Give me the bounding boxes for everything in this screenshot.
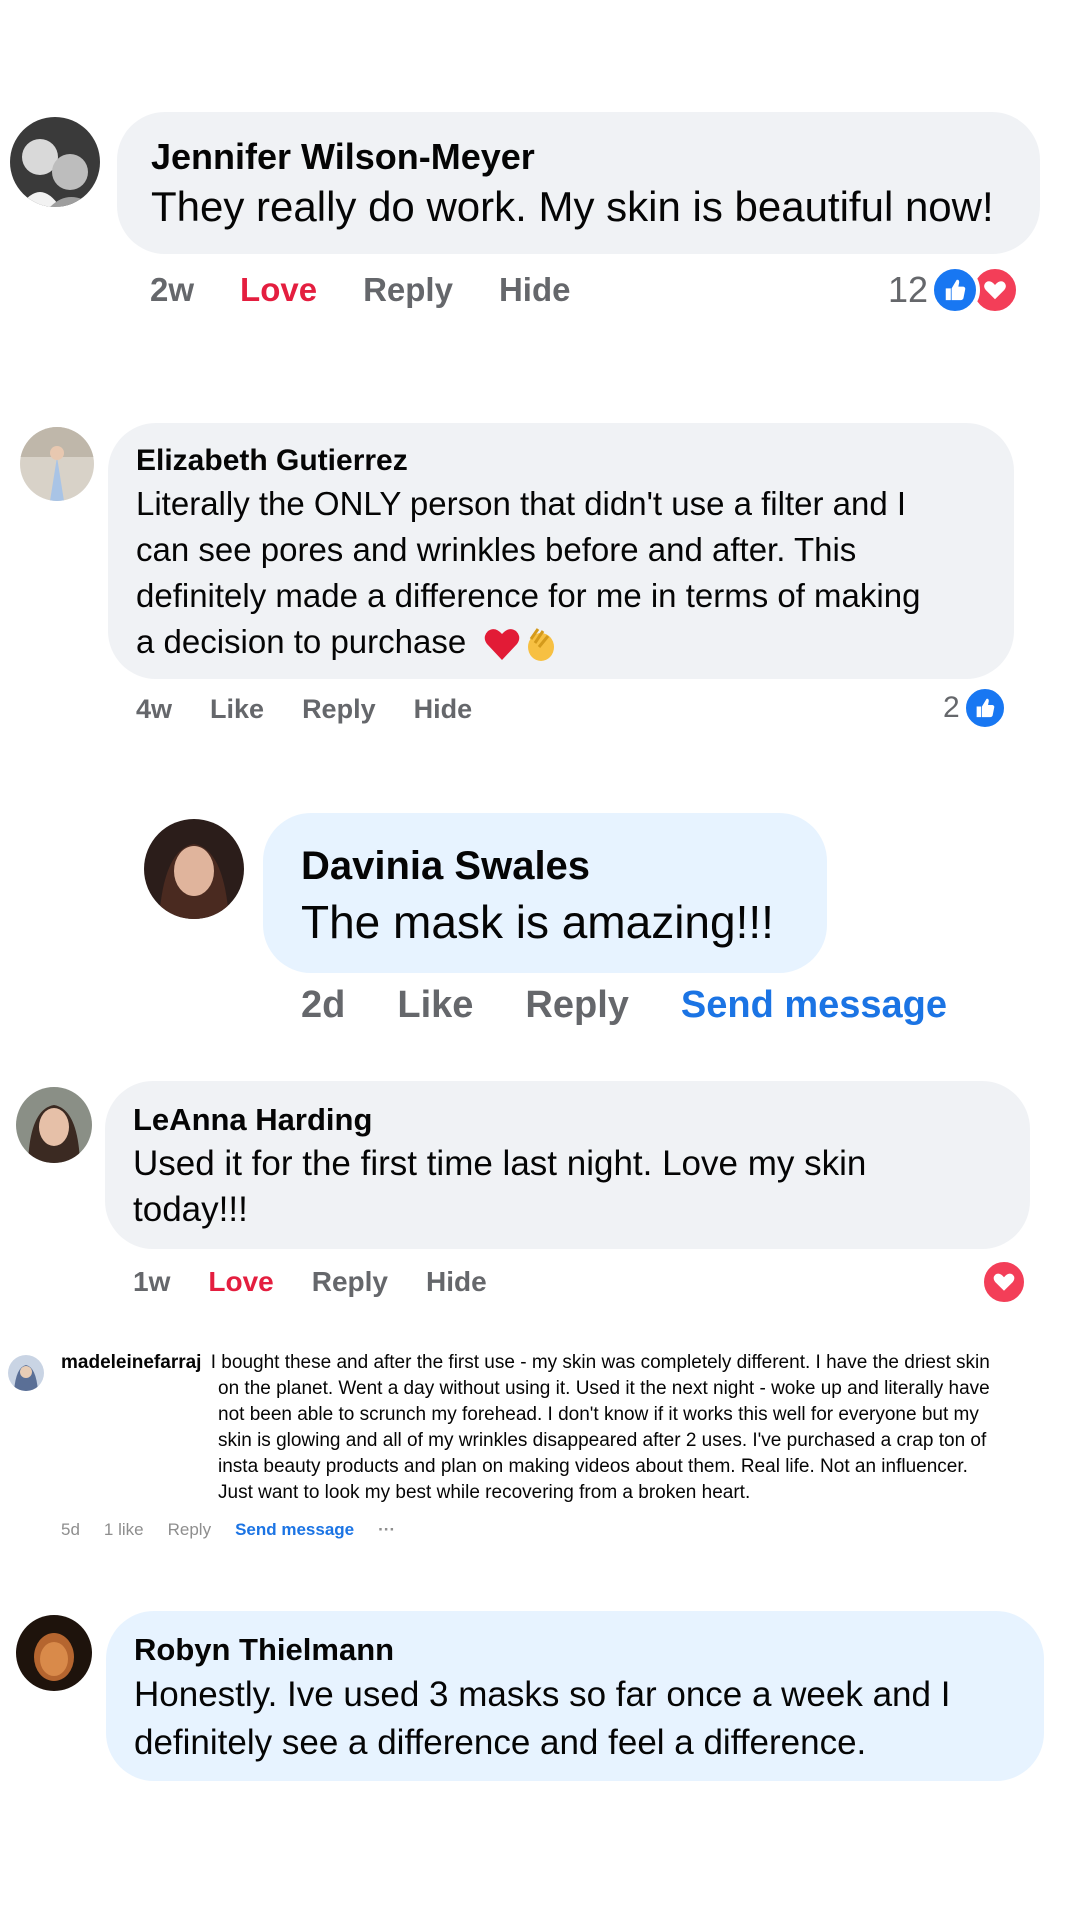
send-message-button[interactable]: Send message: [681, 984, 947, 1027]
timestamp[interactable]: 5d: [61, 1520, 80, 1540]
red-heart-emoji: [483, 625, 521, 663]
comment-actions: 5d 1 like Reply Send message ···: [61, 1517, 395, 1543]
more-options-icon[interactable]: ···: [378, 1520, 395, 1540]
commenter-name[interactable]: Robyn Thielmann: [134, 1629, 1016, 1671]
comment-text-line: can see pores and wrinkles before and af…: [136, 531, 857, 568]
reply-button[interactable]: Reply: [363, 271, 453, 309]
avatar[interactable]: [16, 1087, 92, 1163]
commenter-name[interactable]: Davinia Swales: [301, 841, 789, 891]
comment-text-line: Just want to look my best while recoveri…: [218, 1482, 751, 1503]
reaction-summary[interactable]: [980, 1257, 1028, 1307]
timestamp[interactable]: 1w: [133, 1266, 170, 1298]
reply-button[interactable]: Reply: [168, 1520, 211, 1540]
comment-text: The mask is amazing!!!: [301, 896, 774, 948]
comment-bubble: Robyn Thielmann Honestly. Ive used 3 mas…: [106, 1611, 1044, 1781]
comment-body: madeleinefarraj I bought these and after…: [61, 1350, 1071, 1506]
comment-text-line: Honestly. Ive used 3 masks so far once a…: [134, 1675, 951, 1714]
like-button[interactable]: Like: [397, 984, 473, 1027]
comment-text-line: skin is glowing and all of my wrinkles d…: [218, 1430, 987, 1451]
comment-actions: 2w Love Reply Hide: [150, 268, 570, 312]
like-button[interactable]: Like: [210, 694, 264, 725]
comment-bubble: Elizabeth Gutierrez Literally the ONLY p…: [108, 423, 1014, 679]
reply-button[interactable]: Reply: [302, 694, 376, 725]
comment-text: They really do work. My skin is beautifu…: [151, 183, 994, 230]
timestamp[interactable]: 2d: [301, 984, 345, 1027]
timestamp[interactable]: 2w: [150, 271, 194, 309]
comment-text-line: not been able to scrunch my forehead. I …: [218, 1404, 979, 1425]
reply-button[interactable]: Reply: [525, 984, 628, 1027]
commenter-name[interactable]: Jennifer Wilson-Meyer: [151, 134, 1006, 180]
comment-text-continuation: on the planet. Went a day without using …: [61, 1376, 1071, 1506]
comment-text-line: definitely see a difference and feel a d…: [134, 1723, 867, 1762]
hide-button[interactable]: Hide: [414, 694, 473, 725]
love-button[interactable]: Love: [240, 271, 317, 309]
commenter-name[interactable]: LeAnna Harding: [133, 1099, 1002, 1141]
send-message-button[interactable]: Send message: [235, 1520, 354, 1540]
hide-button[interactable]: Hide: [426, 1266, 487, 1298]
comment-text-line: today!!!: [133, 1190, 248, 1229]
comment-text-line: Literally the ONLY person that didn't us…: [136, 485, 907, 522]
comment-text-line: insta beauty products and plan on making…: [218, 1456, 968, 1477]
reaction-count: 12: [888, 269, 929, 310]
comment-text-end: a decision to purchase: [136, 623, 467, 660]
comment-text-line: definitely made a difference for me in t…: [136, 577, 921, 614]
comment-text-line: Used it for the first time last night. L…: [133, 1144, 867, 1183]
comment-actions: 1w Love Reply Hide: [133, 1263, 487, 1301]
like-icon: [961, 685, 1008, 731]
comment-text-line: a decision to purchase: [136, 619, 986, 665]
comment-bubble: Jennifer Wilson-Meyer They really do wor…: [117, 112, 1040, 254]
comment-text-line: I bought these and after the first use -…: [210, 1352, 990, 1373]
avatar[interactable]: [144, 819, 244, 919]
comment-bubble: Davinia Swales The mask is amazing!!!: [263, 813, 827, 973]
likes-count[interactable]: 1 like: [104, 1520, 144, 1540]
commenter-name[interactable]: Elizabeth Gutierrez: [136, 441, 986, 481]
avatar[interactable]: [8, 1355, 44, 1391]
reaction-count: 2: [943, 691, 960, 724]
reaction-summary[interactable]: 12: [888, 264, 1021, 316]
comment-first-line: madeleinefarraj I bought these and after…: [61, 1350, 1071, 1376]
reaction-summary[interactable]: 2: [943, 684, 1008, 732]
timestamp[interactable]: 4w: [136, 694, 172, 725]
hide-button[interactable]: Hide: [499, 271, 571, 309]
avatar[interactable]: [20, 427, 94, 501]
heart-icon: [980, 1258, 1028, 1306]
clapping-hands-emoji: [521, 625, 559, 663]
comment-text-line: on the planet. Went a day without using …: [218, 1378, 990, 1399]
like-icon: [930, 265, 981, 315]
commenter-name[interactable]: madeleinefarraj: [61, 1352, 201, 1373]
avatar[interactable]: [16, 1615, 92, 1691]
comment-bubble: LeAnna Harding Used it for the first tim…: [105, 1081, 1030, 1249]
reply-button[interactable]: Reply: [312, 1266, 388, 1298]
avatar[interactable]: [10, 117, 100, 207]
comment-actions: 2d Like Reply Send message: [301, 980, 947, 1030]
love-button[interactable]: Love: [208, 1266, 273, 1298]
comment-actions: 4w Like Reply Hide: [136, 690, 472, 728]
